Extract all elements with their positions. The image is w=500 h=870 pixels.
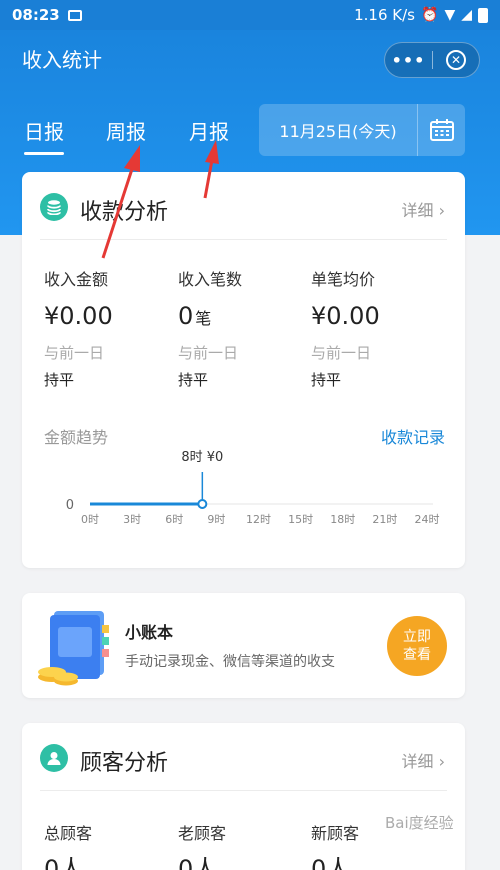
customer-analysis-title: 顾客分析	[80, 751, 169, 776]
metric-value: ¥0.00	[44, 302, 174, 330]
metric-value: ¥0.00	[311, 302, 441, 330]
red-arrow-line-weekly	[101, 165, 135, 259]
x-tick-label: 21时	[372, 513, 397, 526]
total-customers-label: 总顾客	[44, 824, 93, 843]
metric-change: 持平	[311, 371, 342, 389]
view-now-line2: 查看	[403, 647, 431, 663]
metric-number: 0	[178, 302, 194, 330]
red-arrow-head-weekly	[124, 145, 140, 172]
tooltip-label: 8时 ¥0	[181, 450, 223, 465]
customer-analysis-card: 顾客分析 详细 › 总顾客 老顾客 新顾客 0人 0人 0人	[22, 723, 465, 870]
customer-analysis-header: 顾客分析 详细 ›	[22, 723, 465, 791]
x-tick-label: 18时	[330, 513, 355, 526]
x-tick-label: 9时	[207, 513, 225, 526]
metric-compare: 与前一日	[178, 344, 239, 362]
new-customers-label: 新顾客	[311, 824, 360, 843]
view-now-button[interactable]: 立即 查看	[387, 616, 447, 676]
metric-unit: 笔	[195, 309, 212, 328]
x-axis-ticks: 0时 3时 6时 9时 12时 15时 18时 21时 24时	[81, 513, 440, 526]
ledger-card[interactable]: 小账本 手动记录现金、微信等渠道的收支 立即 查看	[22, 593, 465, 698]
metric-number: ¥0.00	[311, 302, 380, 330]
x-tick-label: 15时	[288, 513, 313, 526]
metric-change: 持平	[178, 371, 209, 389]
returning-customers-value: 0人	[178, 855, 218, 870]
customer-detail-link[interactable]: 详细 ›	[402, 748, 446, 772]
ledger-title: 小账本	[125, 623, 174, 642]
metric-change: 持平	[44, 371, 75, 389]
x-tick-label: 6时	[165, 513, 183, 526]
total-customers-value: 0人	[44, 855, 84, 870]
amount-trend-chart: 0 8时 ¥0 0时 3时 6时 9时 12时 15时 18时 21时 24时	[66, 450, 440, 526]
metric-compare: 与前一日	[311, 344, 372, 362]
x-tick-label: 0时	[81, 513, 99, 526]
header-divider	[40, 790, 447, 791]
red-arrow-line-monthly	[203, 159, 214, 199]
data-point	[197, 499, 208, 509]
metric-value: 0笔	[178, 302, 308, 330]
x-tick-label: 3时	[123, 513, 141, 526]
x-tick-label: 12时	[246, 513, 271, 526]
annotation-arrows	[101, 140, 219, 259]
returning-customers-label: 老顾客	[178, 824, 227, 843]
metric-compare: 与前一日	[44, 344, 105, 362]
new-customers-value: 0人	[311, 855, 351, 870]
watermark: Bai度经验	[385, 814, 454, 832]
ledger-book-icon	[38, 611, 109, 686]
metric-number: ¥0.00	[44, 302, 113, 330]
ledger-description: 手动记录现金、微信等渠道的收支	[125, 654, 335, 670]
red-arrow-head-monthly	[205, 140, 219, 164]
y-tick-label: 0	[66, 498, 74, 513]
person-icon	[40, 744, 68, 772]
view-now-line1: 立即	[403, 629, 431, 645]
x-tick-label: 24时	[415, 513, 440, 526]
